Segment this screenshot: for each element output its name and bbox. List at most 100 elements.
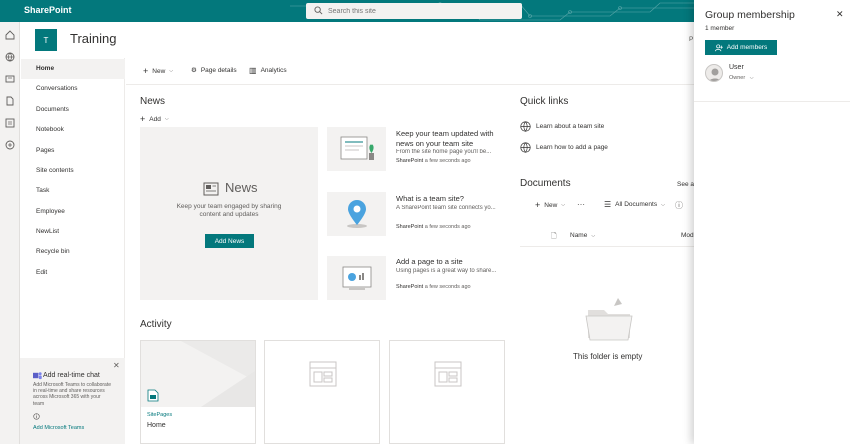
panel-divider: [694, 101, 850, 102]
member-count: 1 member: [705, 25, 735, 32]
new-command[interactable]: + New ⌵: [143, 66, 173, 76]
news-item-title[interactable]: What is a team site?: [396, 194, 506, 204]
info-icon[interactable]: ⓘ: [675, 200, 683, 211]
promo-body: Add Microsoft Teams to collaborate in re…: [33, 382, 112, 407]
news-item-title[interactable]: Keep your team updated with news on your…: [396, 129, 506, 148]
quick-link-item[interactable]: Learn about a team site: [520, 121, 604, 132]
documents-new-command[interactable]: + New ⌵: [535, 200, 565, 210]
page-illustration-icon: [342, 266, 371, 290]
news-item-meta: SharePoint a few seconds ago: [396, 284, 506, 290]
news-item[interactable]: What is a team site? A SharePoint team s…: [396, 194, 506, 230]
name-column-header[interactable]: Name ⌵: [570, 232, 595, 239]
news-add-command[interactable]: + Add ⌵: [140, 114, 169, 124]
add-teams-link[interactable]: Add Microsoft Teams: [33, 425, 84, 431]
sitemap-icon: [309, 361, 337, 387]
news-thumbnail[interactable]: [327, 192, 386, 236]
news-item-author: SharePoint: [396, 223, 424, 230]
panel-title: Group membership: [705, 9, 795, 21]
sitepage-icon: [147, 389, 159, 402]
news-item-description: A SharePoint team site connects yo...: [396, 204, 496, 211]
add-members-button[interactable]: Add members: [705, 40, 777, 55]
add-icon: +: [143, 66, 149, 76]
activity-thumbnail: [141, 341, 255, 407]
news-item-title[interactable]: Add a page to a site: [396, 257, 506, 267]
command-bar-divider: [126, 84, 694, 85]
chevron-down-icon: ⌵: [169, 68, 174, 74]
more-options-icon[interactable]: ⋯: [577, 200, 585, 209]
news-item-author: SharePoint: [396, 283, 424, 290]
nav-item-employee[interactable]: Employee: [36, 208, 65, 215]
news-item-author: SharePoint: [396, 158, 424, 164]
create-icon[interactable]: [4, 139, 16, 151]
promo-close-icon[interactable]: ✕: [113, 361, 120, 370]
nav-item-site-contents[interactable]: Site contents: [36, 167, 74, 174]
info-icon: [33, 413, 40, 420]
nav-item-notebook[interactable]: Notebook: [36, 126, 64, 133]
news-feature-card: News Keep your team engaged by sharing c…: [140, 127, 318, 300]
activity-card[interactable]: SitePages Home: [140, 340, 256, 444]
quick-link-item[interactable]: Learn how to add a page: [520, 142, 608, 153]
activity-title: Activity: [140, 319, 172, 330]
quick-link-label[interactable]: Learn about a team site: [536, 123, 604, 130]
filter-list-icon: ☰: [604, 200, 612, 209]
activity-card[interactable]: [389, 340, 505, 444]
globe-icon: [520, 121, 531, 132]
search-box[interactable]: [306, 3, 522, 19]
sharepoint-brand[interactable]: SharePoint: [24, 5, 72, 15]
name-column-label: Name: [570, 232, 588, 239]
site-title[interactable]: Training: [70, 31, 116, 46]
analytics-label: Analytics: [260, 67, 287, 74]
nav-item-conversations[interactable]: Conversations: [36, 85, 78, 92]
documents-title: Documents: [520, 178, 571, 189]
activity-item-name[interactable]: Home: [147, 422, 166, 429]
member-role: Owner: [729, 75, 746, 81]
avatar[interactable]: [705, 64, 723, 82]
site-logo[interactable]: T: [35, 29, 57, 51]
new-label: New: [152, 67, 166, 75]
news-icon[interactable]: [4, 73, 16, 85]
chevron-down-icon: ⌵: [749, 75, 754, 81]
chevron-down-icon: ⌵: [591, 232, 596, 239]
news-thumbnail[interactable]: [327, 256, 386, 300]
news-thumbnail[interactable]: [327, 127, 386, 171]
documents-new-label: New: [544, 201, 558, 209]
analytics-icon: ▥: [249, 66, 257, 75]
promo-title: Add real-time chat: [43, 372, 100, 379]
activity-card[interactable]: [264, 340, 380, 444]
news-item[interactable]: Add a page to a site Using pages is a gr…: [396, 257, 506, 290]
quick-link-label[interactable]: Learn how to add a page: [536, 144, 608, 151]
lists-icon[interactable]: [4, 117, 16, 129]
globe-icon[interactable]: [4, 51, 16, 63]
file-icon[interactable]: [4, 95, 16, 107]
quick-links-title: Quick links: [520, 96, 569, 107]
close-icon[interactable]: ✕: [836, 9, 844, 20]
news-item[interactable]: Keep your team updated with news on your…: [396, 129, 506, 164]
settings-icon: ⚙: [191, 67, 197, 74]
chevron-down-icon: ⌵: [164, 116, 169, 122]
page-details-command[interactable]: ⚙ Page details: [191, 66, 237, 75]
group-membership-panel: Group membership ✕ 1 member Add members …: [694, 0, 850, 444]
nav-item-pages[interactable]: Pages: [36, 147, 54, 154]
member-role-dropdown[interactable]: Owner ⌵: [729, 75, 754, 81]
search-input[interactable]: [328, 5, 518, 17]
chevron-down-icon: ⌵: [661, 201, 665, 208]
news-feature-title: News: [225, 180, 258, 195]
news-item-time: a few seconds ago: [424, 158, 471, 164]
documents-header-divider: [520, 246, 694, 247]
nav-item-newlist[interactable]: NewList: [36, 228, 59, 235]
modified-column-header[interactable]: Mod: [681, 232, 694, 239]
nav-item-recycle-bin[interactable]: Recycle bin: [36, 248, 70, 255]
header-partial-text: P: [689, 36, 694, 43]
analytics-command[interactable]: ▥ Analytics: [249, 66, 287, 75]
nav-item-documents[interactable]: Documents: [36, 106, 69, 113]
home-icon[interactable]: [4, 29, 16, 41]
nav-item-edit[interactable]: Edit: [36, 269, 47, 276]
news-item-time: a few seconds ago: [424, 283, 471, 290]
news-title: News: [140, 96, 166, 107]
globe-icon: [520, 142, 531, 153]
nav-item-task[interactable]: Task: [36, 187, 49, 194]
view-switcher[interactable]: ☰ All Documents ⌵: [604, 200, 665, 209]
nav-item-home[interactable]: Home: [36, 65, 54, 72]
news-illustration-icon: [340, 136, 374, 160]
add-news-button[interactable]: Add News: [205, 234, 254, 248]
